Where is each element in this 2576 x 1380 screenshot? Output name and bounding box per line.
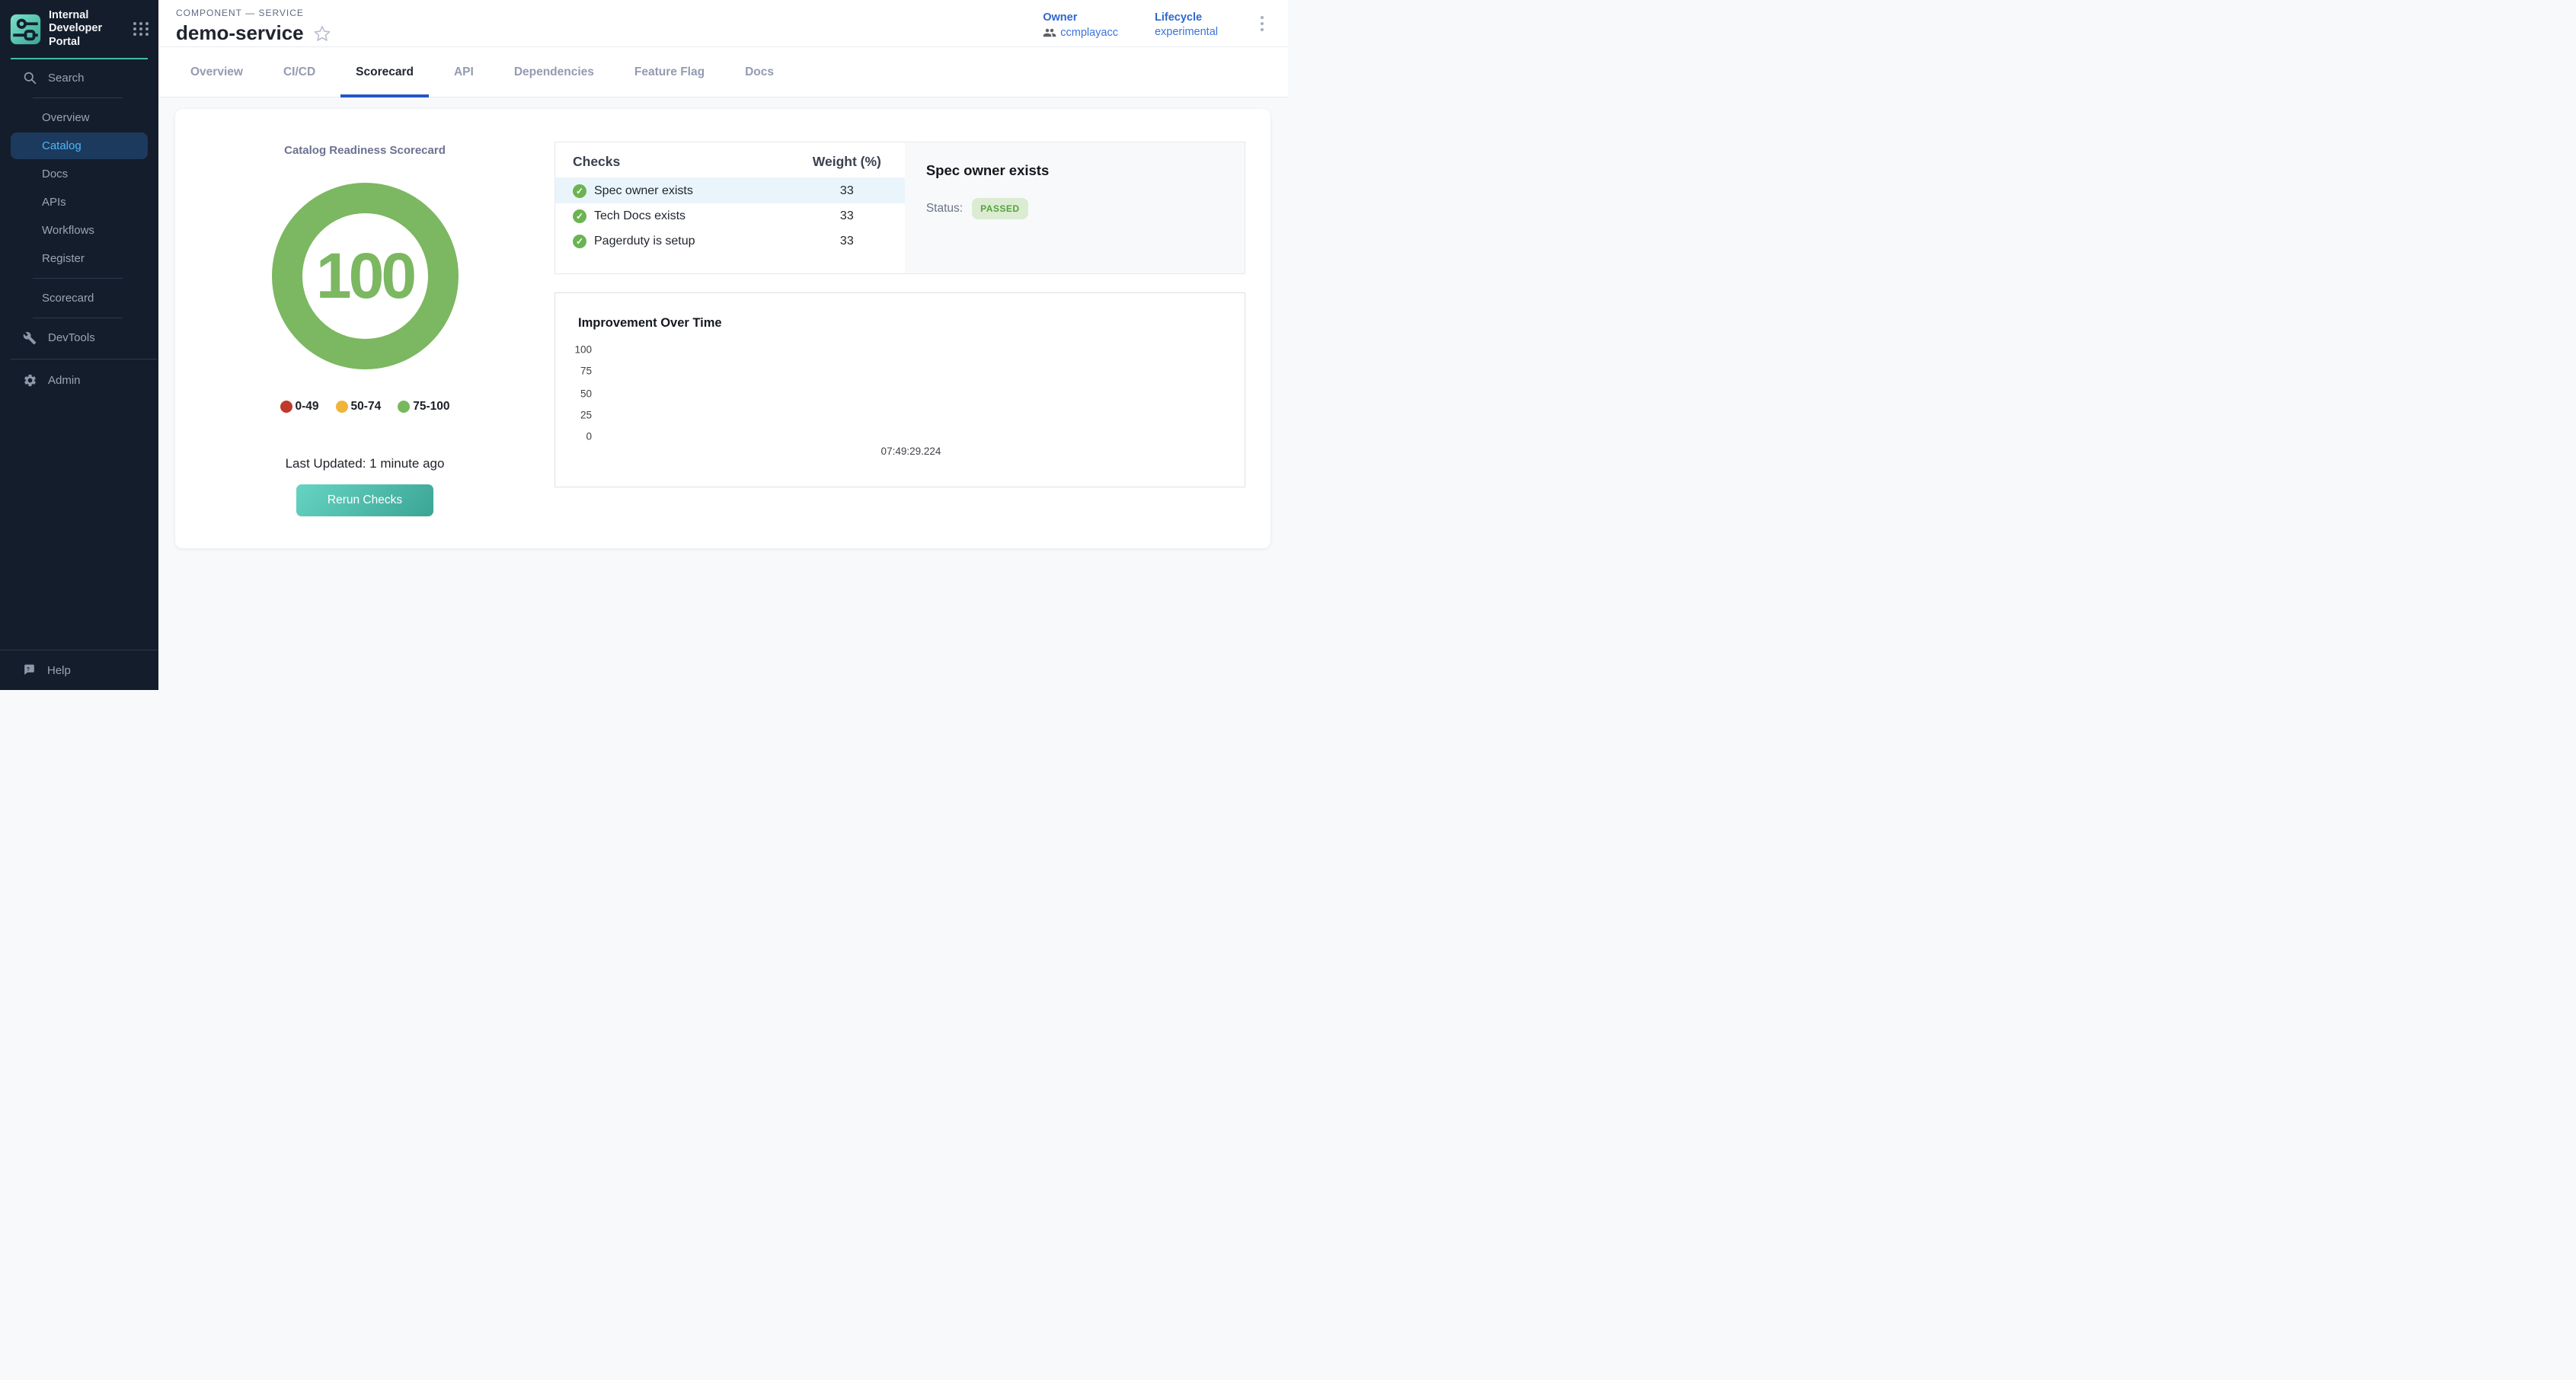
sidebar-item-workflows[interactable]: Workflows [11,217,148,244]
sidebar-spacer [0,395,158,650]
sidebar-item-overview[interactable]: Overview [11,104,148,131]
y-tick-50: 50 [555,388,592,400]
check-circle-icon: ✓ [573,235,586,248]
app-title: Internal Developer Portal [49,9,133,49]
tab-docs[interactable]: Docs [730,47,789,97]
sidebar-search[interactable]: Search [11,65,148,91]
sidebar-search-label: Search [48,72,85,85]
page-title: demo-service [176,21,304,45]
status-badge: PASSED [972,198,1028,219]
x-tick-timestamp: 07:49:29.224 [881,446,941,457]
more-options-kebab-icon[interactable] [1254,11,1270,36]
score-gauge-column: Catalog Readiness Scorecard 100 0-49 50-… [175,109,555,548]
sidebar-item-scorecard[interactable]: Scorecard [11,285,148,311]
scorecard-content: Catalog Readiness Scorecard 100 0-49 50-… [158,97,1288,690]
sidebar-item-register[interactable]: Register [11,245,148,272]
check-weight: 33 [797,184,896,198]
y-tick-0: 0 [555,431,592,442]
breadcrumb: COMPONENT — SERVICE [176,8,331,18]
weight-header: Weight (%) [797,154,896,170]
owner-value[interactable]: ccmplayacc [1043,26,1118,40]
owner-block: Owner ccmplayacc [1043,11,1118,40]
checks-table-header: Checks Weight (%) [555,142,905,177]
main-area: COMPONENT — SERVICE demo-service Owner c… [158,0,1288,690]
sidebar-admin-label: Admin [48,374,81,387]
y-tick-75: 75 [555,366,592,377]
status-label: Status: [926,202,963,216]
tab-api[interactable]: API [439,47,489,97]
checks-panel: Checks Weight (%) ✓ Spec owner exists 33 [555,142,1245,274]
sidebar-divider [33,278,123,279]
wrench-icon [23,331,41,345]
tab-cicd[interactable]: CI/CD [268,47,331,97]
checks-column: Checks Weight (%) ✓ Spec owner exists 33 [555,109,1270,548]
check-row-pagerduty[interactable]: ✓ Pagerduty is setup 33 [555,228,905,254]
tab-dependencies[interactable]: Dependencies [499,47,609,97]
lifecycle-block: Lifecycle experimental [1155,11,1218,38]
group-icon [1043,26,1056,40]
legend-green-dot [398,401,410,413]
tab-scorecard[interactable]: Scorecard [340,47,429,97]
sidebar-help-label: Help [47,664,71,677]
legend-yellow-dot [336,401,348,413]
sidebar-item-docs[interactable]: Docs [11,161,148,187]
sidebar-item-catalog[interactable]: Catalog [11,133,148,159]
check-weight: 33 [797,235,896,248]
check-circle-icon: ✓ [573,184,586,198]
sidebar-item-help[interactable]: ? Help [0,650,158,690]
entity-header: COMPONENT — SERVICE demo-service Owner c… [158,0,1288,47]
y-tick-25: 25 [555,410,592,421]
sidebar-devtools-label: DevTools [48,331,95,344]
checks-table: Checks Weight (%) ✓ Spec owner exists 33 [555,142,905,273]
check-row-spec-owner[interactable]: ✓ Spec owner exists 33 [555,178,905,203]
tab-feature-flag[interactable]: Feature Flag [619,47,720,97]
score-value: 100 [316,239,414,313]
sidebar: Internal Developer Portal Search Overvie… [0,0,158,690]
sidebar-header: Internal Developer Portal [0,0,158,56]
improvement-chart: Improvement Over Time 100 75 50 25 0 07:… [555,292,1245,487]
legend-red-dot [280,401,292,413]
search-icon [23,71,41,85]
check-row-tech-docs[interactable]: ✓ Tech Docs exists 33 [555,203,905,228]
score-legend: 0-49 50-74 75-100 [280,400,450,414]
check-circle-icon: ✓ [573,209,586,223]
sidebar-item-admin[interactable]: Admin [11,367,148,394]
check-detail-title: Spec owner exists [926,162,1223,179]
sidebar-item-devtools[interactable]: DevTools [11,324,148,351]
checks-header: Checks [573,154,797,170]
last-updated-text: Last Updated: 1 minute ago [286,456,445,471]
owner-label: Owner [1043,11,1118,24]
app-logo-icon[interactable] [10,14,41,45]
check-weight: 33 [797,209,896,223]
tab-overview[interactable]: Overview [175,47,258,97]
y-tick-100: 100 [555,344,592,356]
gear-icon [23,373,41,388]
legend-item-high: 75-100 [398,400,449,414]
rerun-checks-button[interactable]: Rerun Checks [296,484,433,516]
score-ring-gauge: 100 [272,183,459,369]
sidebar-divider [33,97,123,98]
lifecycle-value[interactable]: experimental [1155,26,1218,38]
scorecard-card: Catalog Readiness Scorecard 100 0-49 50-… [175,109,1270,548]
help-chat-icon: ? [22,663,40,678]
svg-text:?: ? [27,666,30,672]
scorecard-title: Catalog Readiness Scorecard [284,144,446,157]
status-row: Status: PASSED [926,198,1223,219]
apps-grid-icon[interactable] [133,22,149,36]
check-detail-panel: Spec owner exists Status: PASSED [905,142,1245,273]
legend-item-low: 0-49 [280,400,319,414]
sidebar-item-apis[interactable]: APIs [11,189,148,216]
lifecycle-label: Lifecycle [1155,11,1218,24]
chart-title: Improvement Over Time [578,316,722,331]
legend-item-mid: 50-74 [336,400,382,414]
sidebar-accent-rule [11,58,148,59]
entity-tabs: Overview CI/CD Scorecard API Dependencie… [158,47,1288,97]
favorite-star-icon[interactable] [313,24,331,43]
